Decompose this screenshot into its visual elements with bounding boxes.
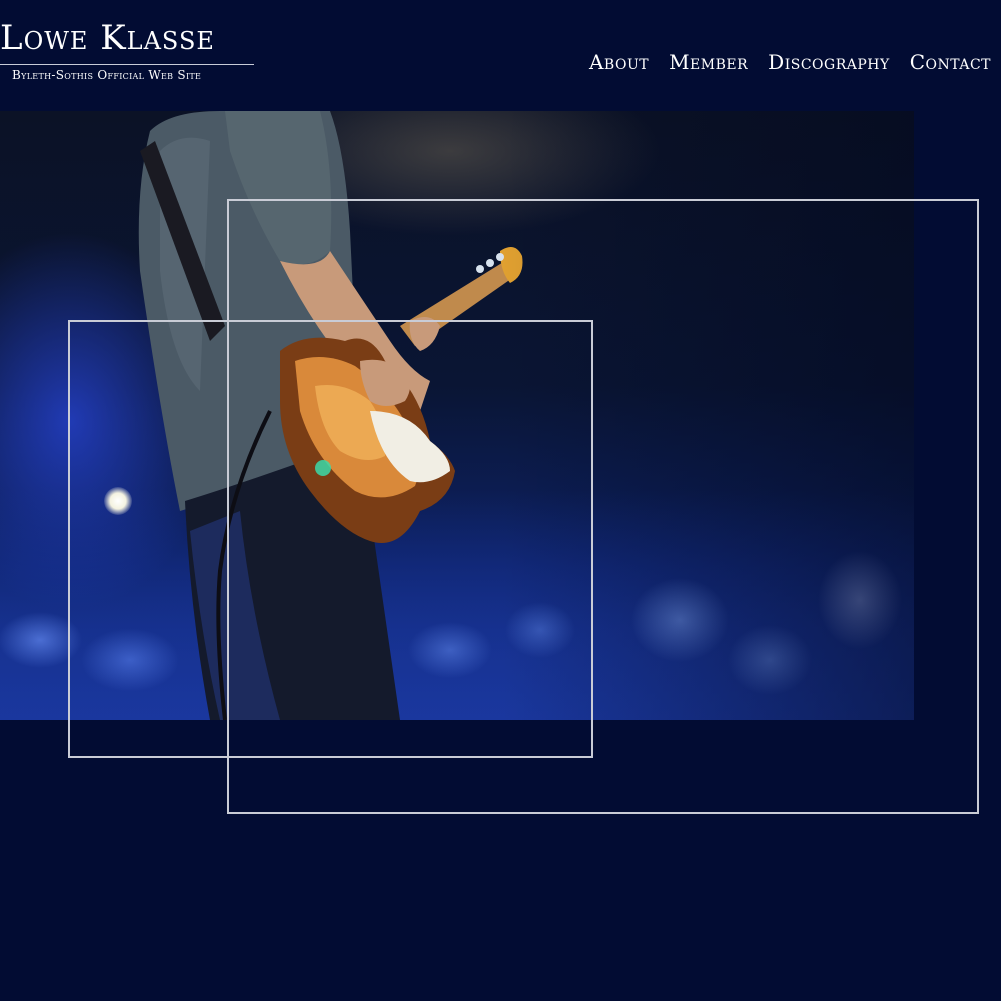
- nav-member[interactable]: Member: [669, 50, 748, 74]
- page: Lowe Klasse Byleth-Sothis Official Web S…: [0, 0, 1001, 1001]
- nav-contact[interactable]: Contact: [910, 50, 991, 74]
- hero-image: [0, 111, 914, 720]
- site-logo[interactable]: Lowe Klasse Byleth-Sothis Official Web S…: [0, 14, 256, 82]
- guitarist-figure: [138, 111, 523, 720]
- site-title: Lowe Klasse: [0, 18, 215, 58]
- site-subtitle: Byleth-Sothis Official Web Site: [12, 68, 202, 82]
- main-nav: About Member Discography Contact: [589, 50, 991, 74]
- nav-about[interactable]: About: [589, 50, 649, 74]
- spotlight: [104, 487, 132, 515]
- logo-divider: [0, 64, 254, 65]
- nav-discography[interactable]: Discography: [768, 50, 890, 74]
